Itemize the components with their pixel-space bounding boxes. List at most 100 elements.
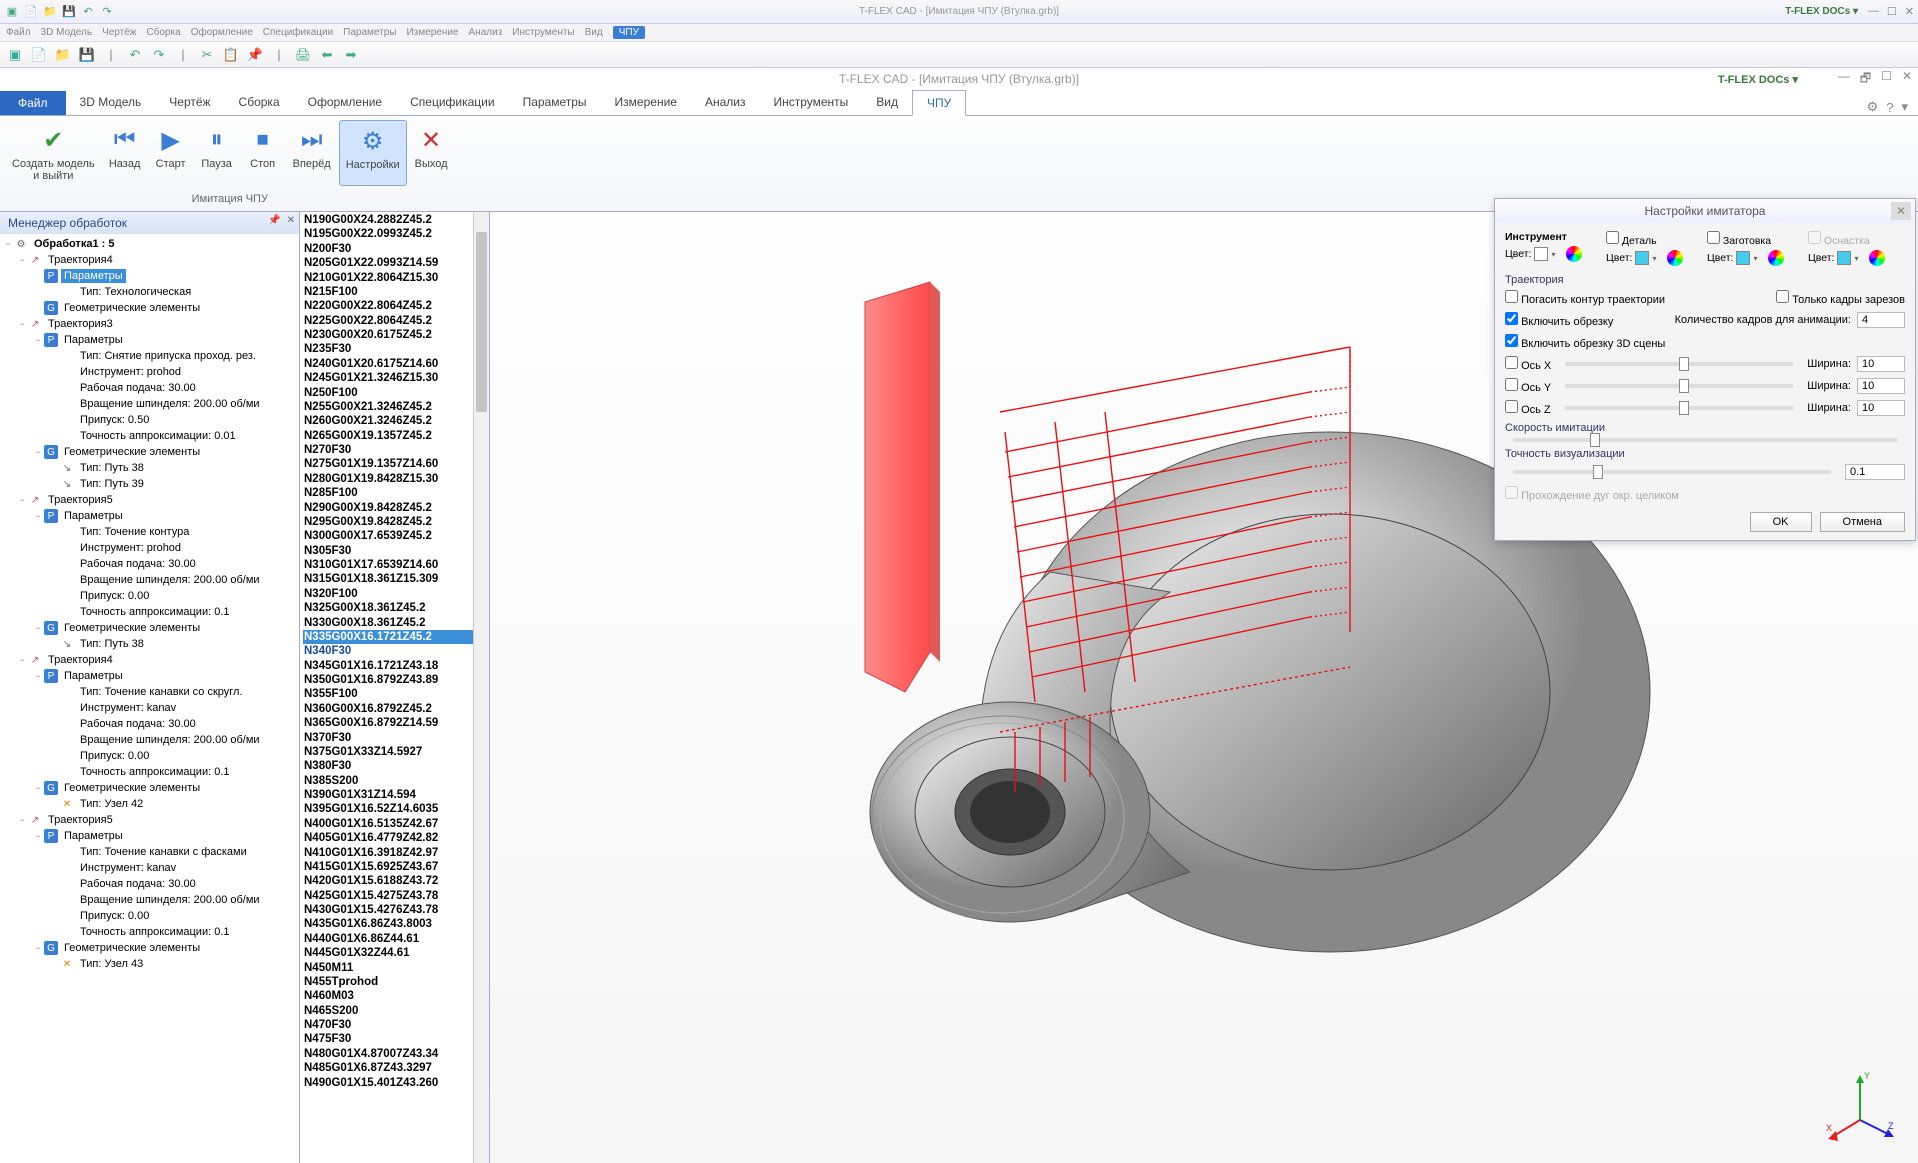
gcode-line[interactable]: N235F30 [303, 342, 486, 356]
minitab[interactable]: ЧПУ [613, 26, 645, 39]
maximize-icon[interactable]: ☐ [1881, 69, 1892, 90]
gcode-line[interactable]: N285F100 [303, 486, 486, 500]
dropdown-icon[interactable]: ▾ [1652, 254, 1664, 263]
gcode-line[interactable]: N340F30 [303, 644, 486, 658]
minitab[interactable]: Измерение [406, 27, 458, 38]
color-swatch-fixture[interactable] [1837, 251, 1851, 265]
gcode-line[interactable]: N385S200 [303, 774, 486, 788]
color-swatch-blank[interactable] [1736, 251, 1750, 265]
tree-node[interactable]: −GГеометрические элементы [0, 780, 299, 796]
gcode-line[interactable]: N400G01X16.5135Z42.67 [303, 817, 486, 831]
qat2-icon[interactable]: 💾 [78, 46, 96, 64]
color-wheel-icon[interactable] [1869, 250, 1885, 266]
gcode-line[interactable]: N485G01X6.87Z43.3297 [303, 1061, 486, 1075]
minitab[interactable]: 3D Модель [41, 27, 92, 38]
frames-input[interactable] [1857, 312, 1905, 328]
gcode-line[interactable]: N405G01X16.4779Z42.82 [303, 831, 486, 845]
gcode-line[interactable]: N215F100 [303, 285, 486, 299]
gcode-line[interactable]: N360G00X16.8792Z45.2 [303, 702, 486, 716]
minimize-icon[interactable]: — [1868, 5, 1879, 18]
qat2-icon[interactable]: 🖨 [294, 46, 312, 64]
precision-slider[interactable] [1513, 470, 1831, 474]
tree-node[interactable]: −↗Траектория5 [0, 492, 299, 508]
axis-z-slider[interactable] [1565, 406, 1794, 410]
qat2-icon[interactable]: | [174, 46, 192, 64]
gcode-line[interactable]: N425G01X15.4275Z43.78 [303, 889, 486, 903]
tree-node[interactable]: −PПараметры [0, 828, 299, 844]
width-x-input[interactable] [1857, 356, 1905, 372]
dropdown-icon[interactable]: ▾ [1551, 250, 1563, 259]
qat-icon[interactable]: 💾 [61, 4, 77, 20]
minitab[interactable]: Анализ [469, 27, 503, 38]
gcode-line[interactable]: N220G00X22.8064Z45.2 [303, 299, 486, 313]
docs-badge[interactable]: T-FLEX DOCs ▾ [1785, 6, 1858, 17]
tree-node[interactable]: Вращение шпинделя: 200.00 об/ми [0, 732, 299, 748]
ribbon-button[interactable]: ▶Старт [149, 120, 193, 186]
ribbon-tab[interactable]: Измерение [601, 90, 691, 115]
axis-y-checkbox[interactable]: Ось Y [1505, 378, 1551, 394]
gcode-line[interactable]: N465S200 [303, 1004, 486, 1018]
gcode-line[interactable]: N460M03 [303, 989, 486, 1003]
tree-body[interactable]: −⚙Обработка1 : 5−↗Траектория4PПараметрыТ… [0, 234, 299, 1163]
tree-node[interactable]: ✕Тип: Узел 42 [0, 796, 299, 812]
gcode-line[interactable]: N330G00X18.361Z45.2 [303, 616, 486, 630]
gcode-line[interactable]: N245G01X21.3246Z15.30 [303, 371, 486, 385]
qat2-icon[interactable]: ↷ [150, 46, 168, 64]
gcode-line[interactable]: N275G01X19.1357Z14.60 [303, 457, 486, 471]
tree-node[interactable]: −GГеометрические элементы [0, 620, 299, 636]
ribbon-tab[interactable]: Сборка [225, 90, 294, 115]
cut-on-checkbox[interactable]: Включить обрезку [1505, 312, 1613, 328]
scrollbar-thumb[interactable] [476, 232, 487, 412]
ribbon-button[interactable]: ⏭Вперёд [287, 120, 337, 186]
docs-badge-2[interactable]: T-FLEX DOCs ▾ [1718, 73, 1798, 86]
clip3d-checkbox[interactable]: Включить обрезку 3D сцены [1505, 334, 1665, 350]
qat2-icon[interactable]: 📄 [30, 46, 48, 64]
gcode-line[interactable]: N345G01X16.1721Z43.18 [303, 659, 486, 673]
tree-node[interactable]: ↘Тип: Путь 38 [0, 460, 299, 476]
color-swatch-instrument[interactable] [1534, 247, 1548, 261]
gcode-line[interactable]: N355F100 [303, 687, 486, 701]
gcode-line[interactable]: N325G00X18.361Z45.2 [303, 601, 486, 615]
ribbon-button[interactable]: ✔Создать модель и выйти [6, 120, 101, 186]
gcode-line[interactable]: N295G00X19.8428Z45.2 [303, 515, 486, 529]
tree-node[interactable]: −↗Траектория4 [0, 652, 299, 668]
width-y-input[interactable] [1857, 378, 1905, 394]
tree-node[interactable]: −⚙Обработка1 : 5 [0, 236, 299, 252]
close-icon[interactable]: ✕ [1905, 5, 1914, 18]
gcode-line[interactable]: N440G01X6.86Z44.61 [303, 932, 486, 946]
tree-node[interactable]: Тип: Точение канавки со скругл. [0, 684, 299, 700]
gcode-line[interactable]: N210G01X22.8064Z15.30 [303, 271, 486, 285]
gcode-line[interactable]: N265G00X19.1357Z45.2 [303, 429, 486, 443]
speed-slider[interactable] [1513, 438, 1897, 442]
ribbon-tab[interactable]: Анализ [691, 90, 760, 115]
qat-icon[interactable]: ↶ [80, 4, 96, 20]
qat2-icon[interactable]: 📋 [222, 46, 240, 64]
gcode-line[interactable]: N230G00X20.6175Z45.2 [303, 328, 486, 342]
gcode-line[interactable]: N420G01X15.6188Z43.72 [303, 874, 486, 888]
gcode-line[interactable]: N250F100 [303, 386, 486, 400]
tree-node[interactable]: Рабочая подача: 30.00 [0, 380, 299, 396]
qat2-icon[interactable]: | [102, 46, 120, 64]
restore-icon[interactable]: 🗗 [1860, 69, 1871, 90]
qat2-icon[interactable]: 📌 [246, 46, 264, 64]
gcode-line[interactable]: N395G01X16.52Z14.6035 [303, 802, 486, 816]
gcode-line[interactable]: N290G00X19.8428Z45.2 [303, 501, 486, 515]
gcode-line[interactable]: N415G01X15.6925Z43.67 [303, 860, 486, 874]
tree-node[interactable]: Тип: Снятие припуска проход. рез. [0, 348, 299, 364]
width-z-input[interactable] [1857, 400, 1905, 416]
gcode-line[interactable]: N390G01X31Z14.594 [303, 788, 486, 802]
help-icon[interactable]: ? [1886, 100, 1893, 115]
gcode-line[interactable]: N480G01X4.87007Z43.34 [303, 1047, 486, 1061]
dialog-close-icon[interactable]: ✕ [1891, 202, 1911, 220]
tree-node[interactable]: Инструмент: kanav [0, 860, 299, 876]
ribbon-button[interactable]: ✕Выход [409, 120, 454, 186]
gcode-line[interactable]: N380F30 [303, 759, 486, 773]
tree-node[interactable]: Рабочая подача: 30.00 [0, 716, 299, 732]
pin-icon[interactable]: 📌 [268, 215, 280, 226]
tree-node[interactable]: GГеометрические элементы [0, 300, 299, 316]
dropdown-icon[interactable]: ▾ [1753, 254, 1765, 263]
tree-node[interactable]: Припуск: 0.00 [0, 588, 299, 604]
tree-node[interactable]: −GГеометрические элементы [0, 940, 299, 956]
blank-checkbox[interactable]: Заготовка [1707, 231, 1804, 247]
minimize-icon[interactable]: — [1838, 69, 1850, 90]
